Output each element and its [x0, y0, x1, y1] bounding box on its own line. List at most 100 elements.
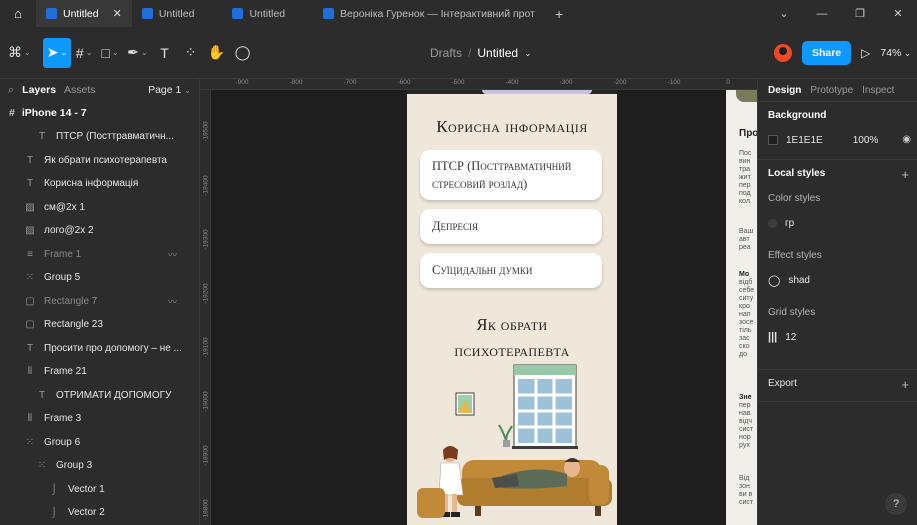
subtitle-line-1: Як обрати — [476, 315, 548, 334]
tab-bar: ⌂ Untitled ✕ Untitled Untitled Вероніка … — [0, 0, 917, 27]
canvas[interactable]: Корисна інформація ПТСР (Посттравматични… — [211, 90, 757, 525]
chevron-down-icon[interactable]: ⌄ — [524, 48, 532, 59]
layer-row[interactable]: ⁙ Group 5 — [0, 266, 199, 290]
zoom-value: 74% — [880, 47, 902, 59]
breadcrumb-drafts[interactable]: Drafts — [430, 46, 462, 60]
layer-name: Rectangle 7 — [44, 295, 98, 307]
hand-tool-button[interactable]: ✋ — [204, 38, 230, 68]
image-icon: ▨ — [25, 225, 35, 237]
background-hex[interactable]: 1E1E1E — [786, 135, 823, 146]
vector-icon: ⌡ — [50, 507, 58, 519]
tab-untitled-1[interactable]: Untitled ✕ — [36, 0, 132, 27]
close-icon[interactable]: ✕ — [113, 7, 122, 20]
comment-tool-button[interactable]: ◯ — [230, 38, 256, 68]
layer-name: Group 3 — [56, 460, 93, 472]
layer-row[interactable]: ⦀ Frame 3 — [0, 407, 199, 431]
layer-row[interactable]: ⌡ Vector 2 — [0, 501, 199, 525]
figma-file-icon — [46, 8, 57, 19]
info-card-suicidal-thoughts[interactable]: Суїцидальні думки — [420, 253, 602, 288]
layer-row[interactable]: T ПТСР (Посттравматичн... — [0, 125, 199, 149]
add-style-icon[interactable]: + — [901, 167, 909, 182]
effect-style-item[interactable]: ◯ shad — [768, 273, 907, 287]
next-frame-bold-3: Зне — [739, 394, 752, 401]
resources-button[interactable]: ⁘ — [178, 38, 204, 68]
layer-row[interactable]: ▨ см@2x 1 — [0, 196, 199, 220]
tab-label: Untitled — [249, 7, 286, 20]
color-swatch[interactable] — [768, 135, 778, 145]
main-menu-button[interactable]: ⌘ ⌄ — [4, 38, 35, 68]
add-export-icon[interactable]: + — [901, 377, 909, 392]
layer-row[interactable]: ▨ лого@2x 2 — [0, 219, 199, 243]
share-button[interactable]: Share — [801, 41, 852, 65]
file-name[interactable]: Untitled — [477, 46, 518, 60]
rectangle-icon: ▢ — [25, 295, 35, 307]
local-styles-section: Local styles + Color styles гр Effect st… — [758, 159, 917, 369]
layer-row[interactable]: T Корисна інформація — [0, 172, 199, 196]
background-fill-row[interactable]: 1E1E1E 100% — [768, 133, 907, 147]
tab-design[interactable]: Design — [768, 85, 801, 96]
layer-row[interactable]: T Просити про допомогу – не ... — [0, 337, 199, 361]
shape-tool-button[interactable]: □ ⌄ — [97, 38, 123, 68]
next-frame-bold-2: Мо — [739, 271, 750, 278]
search-icon[interactable]: ⌕ — [8, 84, 14, 97]
card-label: Депресія — [432, 219, 479, 233]
window-illustration — [512, 364, 578, 449]
layer-name: Rectangle 23 — [44, 319, 103, 331]
maximize-icon[interactable]: ❐ — [841, 7, 879, 20]
grid-style-item[interactable]: ||| 12 — [768, 330, 907, 344]
eye-icon[interactable]: ◉ — [902, 134, 911, 145]
new-tab-button[interactable]: + — [545, 0, 573, 27]
layer-frame-iphone[interactable]: # iPhone 14 - 7 — [0, 101, 199, 125]
layer-row[interactable]: ▢ Rectangle 23 — [0, 313, 199, 337]
next-frame-pill — [736, 90, 757, 102]
tab-untitled-2[interactable]: Untitled — [132, 0, 205, 27]
phone-frame[interactable]: Корисна інформація ПТСР (Посттравматични… — [407, 90, 617, 525]
color-style-name: гр — [785, 217, 795, 229]
tab-untitled-3[interactable]: Untitled — [222, 0, 295, 27]
tab-prototype[interactable]: Prototype — [810, 85, 853, 96]
ruler-tick-label: -19500 — [202, 121, 210, 142]
rectangle-icon: □ — [101, 44, 111, 61]
design-panel-tabs: Design Prototype Inspect — [758, 79, 917, 101]
layer-name: ПТСР (Посттравматичн... — [56, 131, 174, 143]
tab-assets[interactable]: Assets — [64, 84, 96, 96]
chevron-down-icon: ⌄ — [60, 48, 68, 57]
tab-prototype[interactable]: Вероніка Гуренок — Інтерактивний прот — [313, 0, 545, 27]
layer-row[interactable]: ⁙ Group 6 — [0, 431, 199, 455]
page-selector[interactable]: Page 1 ⌄ — [148, 84, 191, 96]
help-button[interactable]: ? — [885, 493, 907, 515]
pen-tool-button[interactable]: ✒ ⌄ — [123, 38, 151, 68]
ruler-tick-label: -700 — [343, 79, 357, 86]
background-opacity[interactable]: 100% — [853, 135, 879, 146]
text-icon: T — [26, 154, 34, 166]
move-tool-button[interactable]: ➤ ⌄ — [42, 37, 72, 68]
hidden-layer-icon[interactable]: 〰 — [168, 248, 177, 261]
info-card-ptsr[interactable]: ПТСР (Посттравматичний стресовий розлад) — [420, 150, 602, 200]
present-play-icon[interactable]: ▷ — [861, 46, 870, 60]
next-frame-preview[interactable]: Про Пос вин тра жит пер под кол Ваш авт … — [726, 90, 757, 525]
tab-inspect[interactable]: Inspect — [862, 85, 894, 96]
page-name: Page 1 — [148, 84, 182, 96]
color-style-item[interactable]: гр — [768, 216, 907, 230]
figma-logo-icon: ⌘ — [8, 44, 22, 60]
layer-row[interactable]: ⁙ Group 3 — [0, 454, 199, 478]
chevron-down-icon[interactable]: ⌄ — [765, 7, 803, 20]
text-tool-button[interactable]: T — [152, 38, 178, 68]
tab-layers[interactable]: Layers — [22, 84, 56, 96]
layer-row[interactable]: ⌡ Vector 1 — [0, 478, 199, 502]
avatar[interactable] — [773, 44, 792, 62]
text-icon: T — [26, 178, 34, 190]
home-icon[interactable]: ⌂ — [0, 0, 36, 27]
layer-row[interactable]: ▢ Rectangle 7 〰 — [0, 290, 199, 314]
frame-tool-button[interactable]: # ⌄ — [71, 38, 97, 68]
layer-name: Vector 1 — [68, 483, 105, 495]
layer-row[interactable]: T Як обрати психотерапевта — [0, 149, 199, 173]
zoom-dropdown[interactable]: 74% ⌄ — [880, 47, 911, 59]
close-window-icon[interactable]: ✕ — [879, 7, 917, 20]
layer-row[interactable]: ≡ Frame 1 〰 — [0, 243, 199, 267]
info-card-depression[interactable]: Депресія — [420, 209, 602, 244]
layer-row[interactable]: T ОТРИМАТИ ДОПОМОГУ — [0, 384, 199, 408]
minimize-icon[interactable]: — — [803, 8, 841, 20]
hidden-layer-icon[interactable]: 〰 — [168, 295, 177, 308]
layer-row[interactable]: ⦀ Frame 21 — [0, 360, 199, 384]
